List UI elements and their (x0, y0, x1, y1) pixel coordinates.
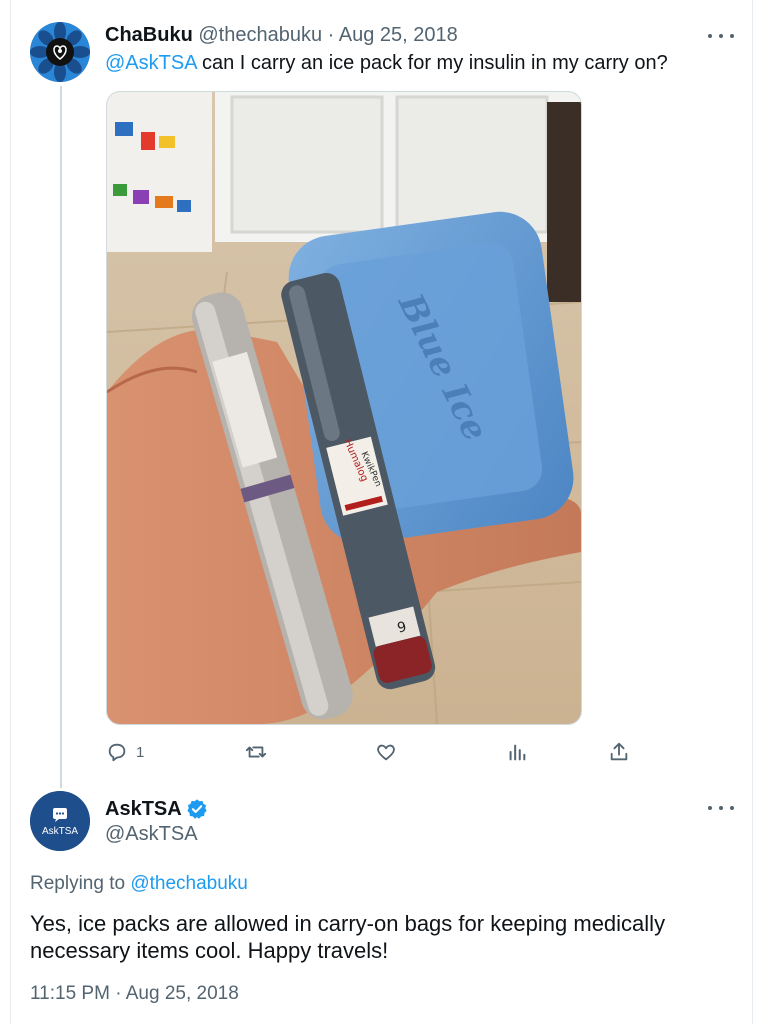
share-button[interactable] (608, 738, 630, 766)
left-border (10, 0, 11, 1024)
original-tweet-date[interactable]: Aug 25, 2018 (339, 24, 458, 46)
reply-author-name-row: AskTSA (105, 797, 208, 821)
retweet-button[interactable] (244, 738, 268, 766)
share-icon (610, 742, 628, 761)
views-icon (509, 744, 526, 761)
asktsa-avatar-text: AskTSA (42, 826, 78, 837)
reply-button[interactable]: 1 (106, 738, 144, 766)
verified-badge-icon (187, 799, 207, 819)
reply-count: 1 (136, 743, 145, 761)
asktsa-mention-link[interactable]: @AskTSA (105, 52, 196, 74)
asktsa-avatar[interactable]: AskTSA (30, 791, 90, 851)
replying-to-line: Replying to @thechabuku (30, 872, 248, 896)
retweet-icon (245, 746, 267, 758)
original-tweet-header: ChaBuku @thechabuku · Aug 25, 2018 (105, 23, 458, 47)
replying-to-link[interactable]: @thechabuku (130, 873, 248, 894)
reply-timestamp[interactable]: 11:15 PM · Aug 25, 2018 (30, 982, 239, 1006)
original-tweet-more-icon[interactable] (708, 26, 734, 46)
like-button[interactable] (375, 738, 397, 766)
original-author-handle[interactable]: @thechabuku (198, 24, 322, 46)
reply-icon (108, 743, 126, 762)
views-button[interactable] (506, 738, 528, 766)
chabuku-avatar[interactable] (30, 22, 90, 82)
original-tweet-text: @AskTSA can I carry an ice pack for my i… (105, 50, 668, 76)
replying-to-prefix: Replying to (30, 873, 126, 894)
reply-tweet-more-icon[interactable] (708, 798, 734, 818)
original-tweet-body: can I carry an ice pack for my insulin i… (196, 52, 668, 74)
reply-author-name[interactable]: AskTSA (105, 797, 182, 821)
header-separator: · (327, 24, 335, 46)
tweet-photo[interactable]: Blue Ice Humalog KwikPen 9 (106, 91, 582, 725)
thread-connector-line (60, 86, 62, 788)
original-author-name[interactable]: ChaBuku (105, 24, 193, 46)
reply-tweet-text: Yes, ice packs are allowed in carry-on b… (30, 911, 666, 963)
right-border (752, 0, 753, 1024)
reply-author-handle[interactable]: @AskTSA (105, 822, 198, 846)
like-icon (377, 744, 395, 761)
